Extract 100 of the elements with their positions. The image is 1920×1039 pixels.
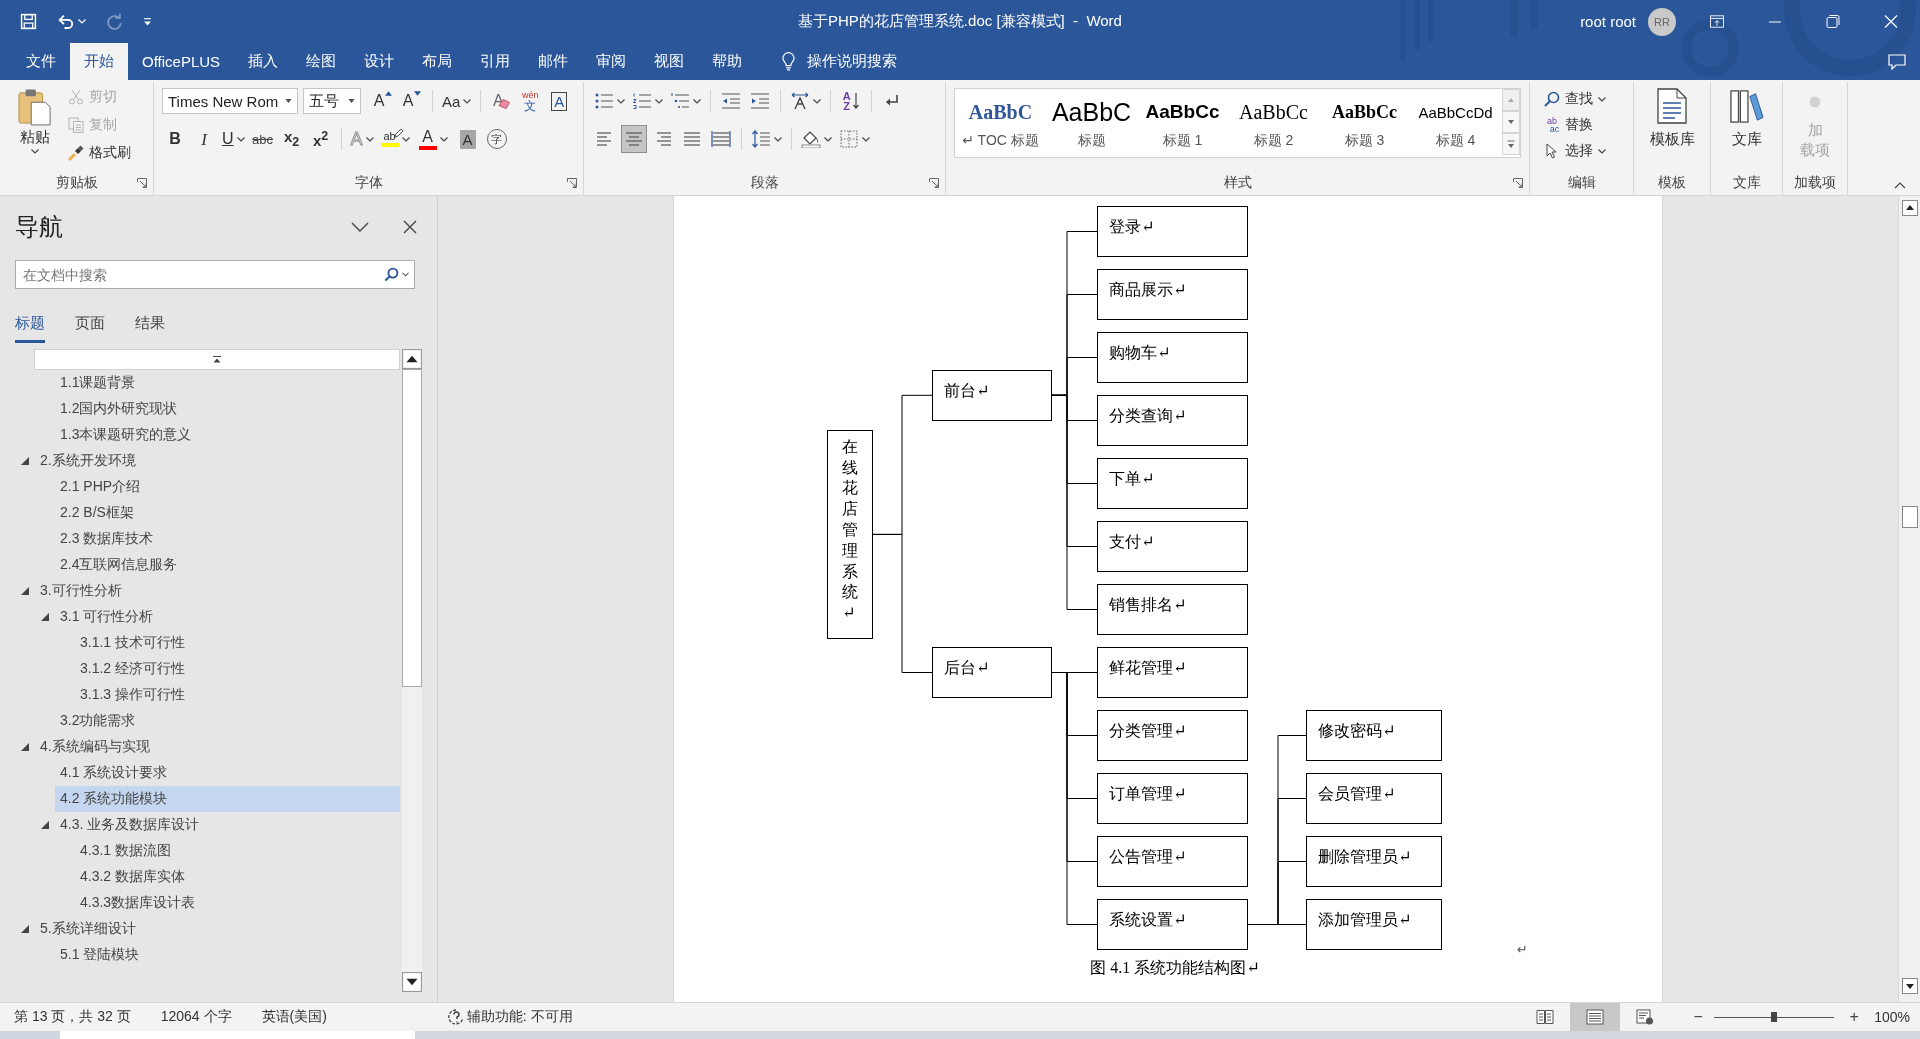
ribbon-tab[interactable]: 视图 xyxy=(640,43,699,80)
pane-tab[interactable]: 标题 xyxy=(15,301,45,343)
pane-tab[interactable]: 页面 xyxy=(75,301,105,343)
ribbon-tab[interactable]: OfficePLUS xyxy=(128,43,235,80)
heading-item[interactable]: 4.3.1 数据流图 xyxy=(75,838,400,864)
select-button[interactable]: 选择 xyxy=(1540,138,1629,164)
format-painter-button[interactable]: 格式刷 xyxy=(64,140,135,166)
heading-item[interactable]: 1.3本课题研究的意义 xyxy=(55,422,400,448)
heading-item[interactable]: 2.3 数据库技术 xyxy=(55,526,400,552)
dialog-launcher-icon[interactable] xyxy=(567,178,577,188)
font-name-combobox[interactable]: Times New Rom xyxy=(162,88,298,114)
comments-icon[interactable] xyxy=(1888,53,1906,70)
heading-item[interactable]: 1.2国内外研究现状 xyxy=(55,396,400,422)
heading-item[interactable]: 2.1 PHP介绍 xyxy=(55,474,400,500)
expanded-triangle-icon[interactable] xyxy=(41,613,49,621)
heading-item[interactable]: 4.系统编码与实现 xyxy=(35,734,400,760)
close-icon[interactable] xyxy=(403,220,417,234)
zoom-in-button[interactable]: + xyxy=(1844,1008,1865,1026)
pane-tab[interactable]: 结果 xyxy=(135,301,165,343)
heading-item[interactable]: 1.1课题背景 xyxy=(55,370,400,396)
caret-icon[interactable] xyxy=(402,272,409,277)
expanded-triangle-icon[interactable] xyxy=(41,821,49,829)
underline-button[interactable]: U xyxy=(220,125,247,153)
dialog-launcher-icon[interactable] xyxy=(137,178,147,188)
collapse-ribbon-icon[interactable] xyxy=(1894,182,1906,189)
user-name[interactable]: root root xyxy=(1580,13,1636,30)
font-size-combobox[interactable]: 五号 xyxy=(303,88,361,114)
grow-font-button[interactable]: A xyxy=(370,87,396,115)
font-color-button[interactable]: A xyxy=(416,125,452,153)
character-shading-button[interactable]: A xyxy=(454,125,481,153)
chevron-down-icon[interactable] xyxy=(351,222,369,232)
more-styles-icon[interactable] xyxy=(1502,133,1520,155)
heading-item[interactable]: 2.2 B/S框架 xyxy=(55,500,400,526)
style-item[interactable]: AaBbC ↵ TOC 标题 xyxy=(955,89,1046,157)
scroll-down-icon[interactable] xyxy=(1502,111,1520,133)
minimize-icon[interactable] xyxy=(1769,20,1781,23)
phonetic-guide-button[interactable]: wén 文 xyxy=(517,87,544,115)
restore-icon[interactable] xyxy=(1826,15,1840,28)
page-count[interactable]: 第 13 页，共 32 页 xyxy=(14,1008,131,1026)
ribbon-tab[interactable]: 邮件 xyxy=(524,43,583,80)
heading-item[interactable]: 3.可行性分析 xyxy=(35,578,400,604)
accessibility-status[interactable]: 辅助功能: 不可用 xyxy=(446,1008,573,1026)
subscript-button[interactable]: x$_{2}$ xyxy=(278,125,305,153)
library-button[interactable]: 文库 xyxy=(1729,88,1764,171)
heading-item[interactable]: 4.2 系统功能模块 xyxy=(55,786,400,812)
style-item[interactable]: AaBbC 标题 xyxy=(1046,89,1137,157)
ribbon-tab[interactable]: 设计 xyxy=(350,43,409,80)
expanded-triangle-icon[interactable] xyxy=(21,743,29,751)
italic-button[interactable]: I xyxy=(191,125,217,153)
heading-item[interactable]: 4.3.3数据库设计表 xyxy=(75,890,400,916)
highlight-button[interactable]: ab xyxy=(378,125,414,153)
expanded-triangle-icon[interactable] xyxy=(21,587,29,595)
scrollbar-thumb[interactable] xyxy=(1901,506,1918,528)
style-item[interactable]: AaBbCc 标题 1 xyxy=(1137,89,1228,157)
heading-item[interactable]: 2.系统开发环境 xyxy=(35,448,400,474)
dialog-launcher-icon[interactable] xyxy=(929,178,939,188)
heading-item[interactable]: 3.1 可行性分析 xyxy=(55,604,400,630)
heading-item[interactable]: 4.1 系统设计要求 xyxy=(55,760,400,786)
template-library-button[interactable]: 模板库 xyxy=(1649,88,1695,171)
paste-button[interactable]: 粘贴 xyxy=(12,84,58,171)
expanded-triangle-icon[interactable] xyxy=(21,457,29,465)
print-layout-button[interactable] xyxy=(1570,1003,1621,1031)
dialog-launcher-icon[interactable] xyxy=(1513,178,1523,188)
heading-item[interactable]: 3.1.2 经济可行性 xyxy=(75,656,400,682)
heading-item[interactable]: 3.2功能需求 xyxy=(55,708,400,734)
change-case-button[interactable]: Aa xyxy=(440,87,474,115)
ribbon-tab[interactable]: 帮助 xyxy=(698,43,757,80)
ribbon-tab[interactable]: 引用 xyxy=(466,43,525,80)
heading-item[interactable]: 3.1.3 操作可行性 xyxy=(75,682,400,708)
heading-item[interactable]: 4.3. 业务及数据库设计 xyxy=(55,812,400,838)
character-border-button[interactable]: A xyxy=(546,87,573,115)
search-icon[interactable] xyxy=(384,267,399,282)
expanded-triangle-icon[interactable] xyxy=(21,925,29,933)
ribbon-tab[interactable]: 文件 xyxy=(12,43,70,80)
word-count[interactable]: 12064 个字 xyxy=(160,1008,232,1026)
heading-item[interactable]: 5.1 登陆模块 xyxy=(55,942,400,968)
scrollbar-thumb[interactable] xyxy=(402,369,422,687)
zoom-slider-thumb[interactable] xyxy=(1771,1012,1778,1022)
tell-me-search[interactable]: 操作说明搜索 xyxy=(774,43,906,80)
sort-button[interactable]: AZ xyxy=(838,87,864,115)
superscript-button[interactable]: x$^{2}$ xyxy=(307,125,334,153)
find-button[interactable]: 查找 xyxy=(1540,86,1629,112)
shrink-font-button[interactable]: A xyxy=(399,87,425,115)
zoom-level[interactable]: 100% xyxy=(1874,1009,1910,1025)
ribbon-tab[interactable]: 布局 xyxy=(408,43,467,80)
ribbon-display-options-icon[interactable] xyxy=(1710,15,1724,28)
ribbon-tab[interactable]: 绘图 xyxy=(292,43,351,80)
ribbon-tab[interactable]: 插入 xyxy=(234,43,293,80)
heading-item[interactable]: 5.系统详细设计 xyxy=(35,916,400,942)
ribbon-tab[interactable]: 审阅 xyxy=(582,43,641,80)
bold-button[interactable]: B xyxy=(162,125,188,153)
style-item[interactable]: AaBbCc 标题 3 xyxy=(1319,89,1410,157)
style-item[interactable]: AaBbCc 标题 2 xyxy=(1228,89,1319,157)
ribbon-tab[interactable]: 开始 xyxy=(70,43,128,80)
zoom-out-button[interactable]: − xyxy=(1688,1008,1709,1026)
language[interactable]: 英语(美国) xyxy=(261,1008,327,1026)
search-field[interactable]: 在文档中搜索 xyxy=(15,260,415,289)
heading-item[interactable]: 3.1.1 技术可行性 xyxy=(75,630,400,656)
user-avatar[interactable]: RR xyxy=(1648,7,1676,36)
style-item[interactable]: AaBbCcDd 标题 4 xyxy=(1410,89,1501,157)
